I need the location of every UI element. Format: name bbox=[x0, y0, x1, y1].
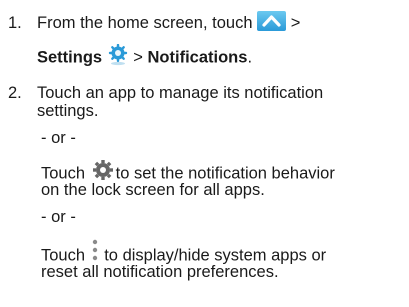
or-separator-2: - or - bbox=[41, 208, 76, 226]
settings-icon bbox=[107, 43, 129, 66]
step-1-arrow-sep: > bbox=[290, 14, 301, 32]
step-1-text: From the home screen, touch bbox=[37, 14, 253, 32]
menu-dots-icon bbox=[90, 238, 100, 262]
step-1-period: . bbox=[247, 48, 253, 67]
settings-label: Settings bbox=[37, 48, 103, 67]
step-2-number: 2. bbox=[8, 84, 22, 102]
gear-icon bbox=[90, 158, 116, 182]
step-2-line-2: settings. bbox=[37, 102, 99, 120]
alt-2-line-2: reset all notification preferences. bbox=[41, 263, 279, 281]
alt-1-line-2: on the lock screen for all apps. bbox=[41, 181, 265, 199]
step-1-line-1: From the home screen, touch > bbox=[37, 10, 301, 34]
step-1-line-2: Settings > Notifications. bbox=[37, 43, 253, 69]
step-1-number: 1. bbox=[8, 14, 22, 32]
or-separator-1: - or - bbox=[41, 129, 76, 147]
step-1-sep: > bbox=[133, 48, 143, 67]
notifications-label: Notifications bbox=[147, 48, 248, 67]
step-2-line-1: Touch an app to manage its notification bbox=[37, 84, 324, 102]
apps-up-arrow-icon bbox=[257, 10, 287, 31]
